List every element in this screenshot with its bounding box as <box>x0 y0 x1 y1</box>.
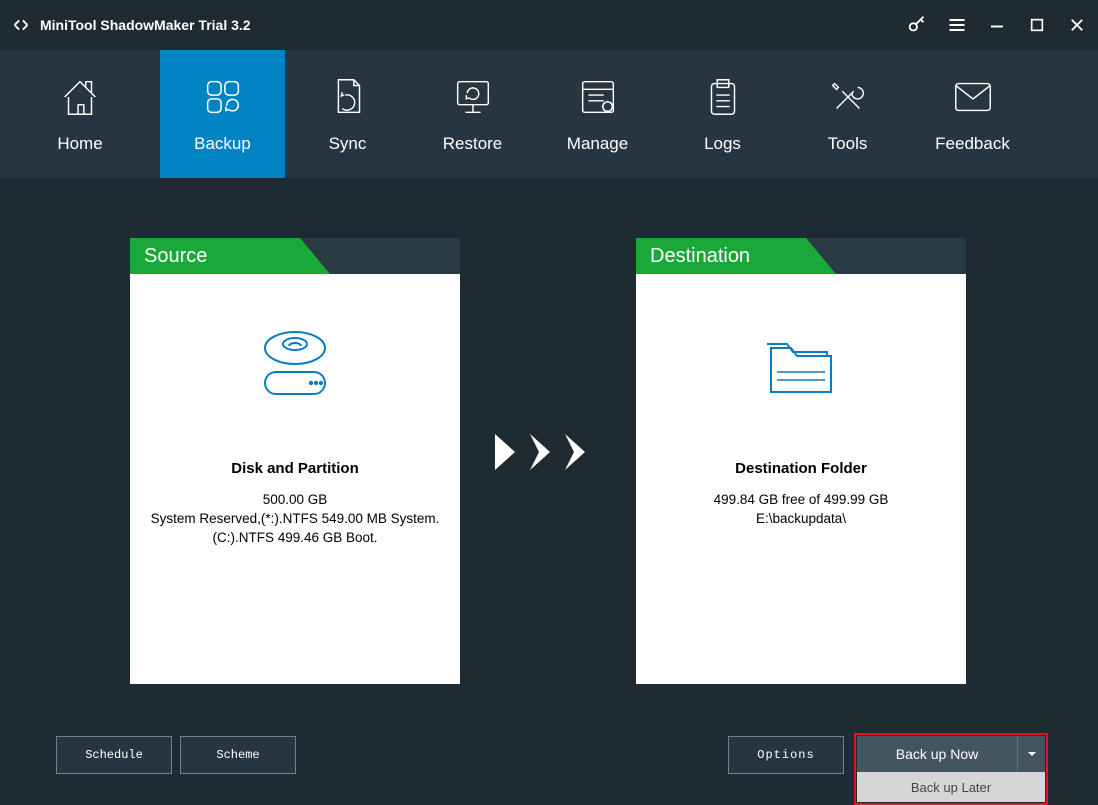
backup-now-label: Back up Now <box>896 746 978 762</box>
nav-label: Backup <box>194 134 251 154</box>
nav-label: Manage <box>567 134 628 154</box>
key-icon[interactable] <box>906 14 928 36</box>
backup-later-label: Back up Later <box>911 780 991 795</box>
destination-title: Destination Folder <box>636 460 966 477</box>
backup-icon <box>200 74 246 120</box>
close-button[interactable] <box>1066 14 1088 36</box>
restore-icon <box>450 74 496 120</box>
logs-icon <box>700 74 746 120</box>
destination-size: 499.84 GB free of 499.99 GB <box>636 491 966 510</box>
title-bar: MiniTool ShadowMaker Trial 3.2 <box>0 0 1098 50</box>
source-panel[interactable]: Source Disk and Partition 500.00 GB Syst… <box>130 238 460 684</box>
nav-label: Sync <box>329 134 367 154</box>
nav-tools[interactable]: Tools <box>785 50 910 178</box>
options-label: Options <box>757 748 814 762</box>
caret-down-icon <box>1026 748 1038 760</box>
source-size: 500.00 GB <box>130 491 460 510</box>
source-title: Disk and Partition <box>130 460 460 477</box>
sync-icon <box>325 74 371 120</box>
nav-backup[interactable]: Backup <box>160 50 285 178</box>
feedback-icon <box>950 74 996 120</box>
nav-restore[interactable]: Restore <box>410 50 535 178</box>
schedule-button[interactable]: Schedule <box>56 736 172 774</box>
minimize-button[interactable] <box>986 14 1008 36</box>
app-logo-icon <box>10 14 32 36</box>
source-header: Source <box>130 238 460 274</box>
nav-sync[interactable]: Sync <box>285 50 410 178</box>
destination-header: Destination <box>636 238 966 274</box>
backup-later-button[interactable]: Back up Later <box>857 772 1045 802</box>
destination-panel[interactable]: Destination Destination Folder 499.84 GB… <box>636 238 966 684</box>
destination-header-label: Destination <box>650 245 750 268</box>
maximize-button[interactable] <box>1026 14 1048 36</box>
nav-label: Home <box>57 134 102 154</box>
app-title: MiniTool ShadowMaker Trial 3.2 <box>40 17 251 33</box>
scheme-label: Scheme <box>216 748 259 762</box>
transfer-arrows-icon <box>490 430 610 474</box>
folder-icon <box>636 326 966 404</box>
backup-now-button[interactable]: Back up Now <box>857 736 1017 772</box>
nav-label: Feedback <box>935 134 1010 154</box>
nav-label: Restore <box>443 134 503 154</box>
nav-label: Tools <box>828 134 868 154</box>
home-icon <box>57 74 103 120</box>
nav-logs[interactable]: Logs <box>660 50 785 178</box>
options-button[interactable]: Options <box>728 736 844 774</box>
source-detail-2: (C:).NTFS 499.46 GB Boot. <box>130 529 460 548</box>
schedule-label: Schedule <box>85 748 143 762</box>
manage-icon <box>575 74 621 120</box>
menu-icon[interactable] <box>946 14 968 36</box>
backup-split-button: Back up Now Back up Later <box>854 733 1048 805</box>
backup-dropdown-toggle[interactable] <box>1017 736 1045 772</box>
scheme-button[interactable]: Scheme <box>180 736 296 774</box>
nav-feedback[interactable]: Feedback <box>910 50 1035 178</box>
destination-path: E:\backupdata\ <box>636 510 966 529</box>
main-area: Source Disk and Partition 500.00 GB Syst… <box>0 178 1098 792</box>
nav-home[interactable]: Home <box>0 50 160 178</box>
source-detail-1: System Reserved,(*:).NTFS 549.00 MB Syst… <box>130 510 460 529</box>
disk-icon <box>130 326 460 404</box>
nav-bar: Home Backup Sync Restore <box>0 50 1098 178</box>
tools-icon <box>825 74 871 120</box>
source-header-label: Source <box>144 245 207 268</box>
nav-label: Logs <box>704 134 741 154</box>
nav-manage[interactable]: Manage <box>535 50 660 178</box>
